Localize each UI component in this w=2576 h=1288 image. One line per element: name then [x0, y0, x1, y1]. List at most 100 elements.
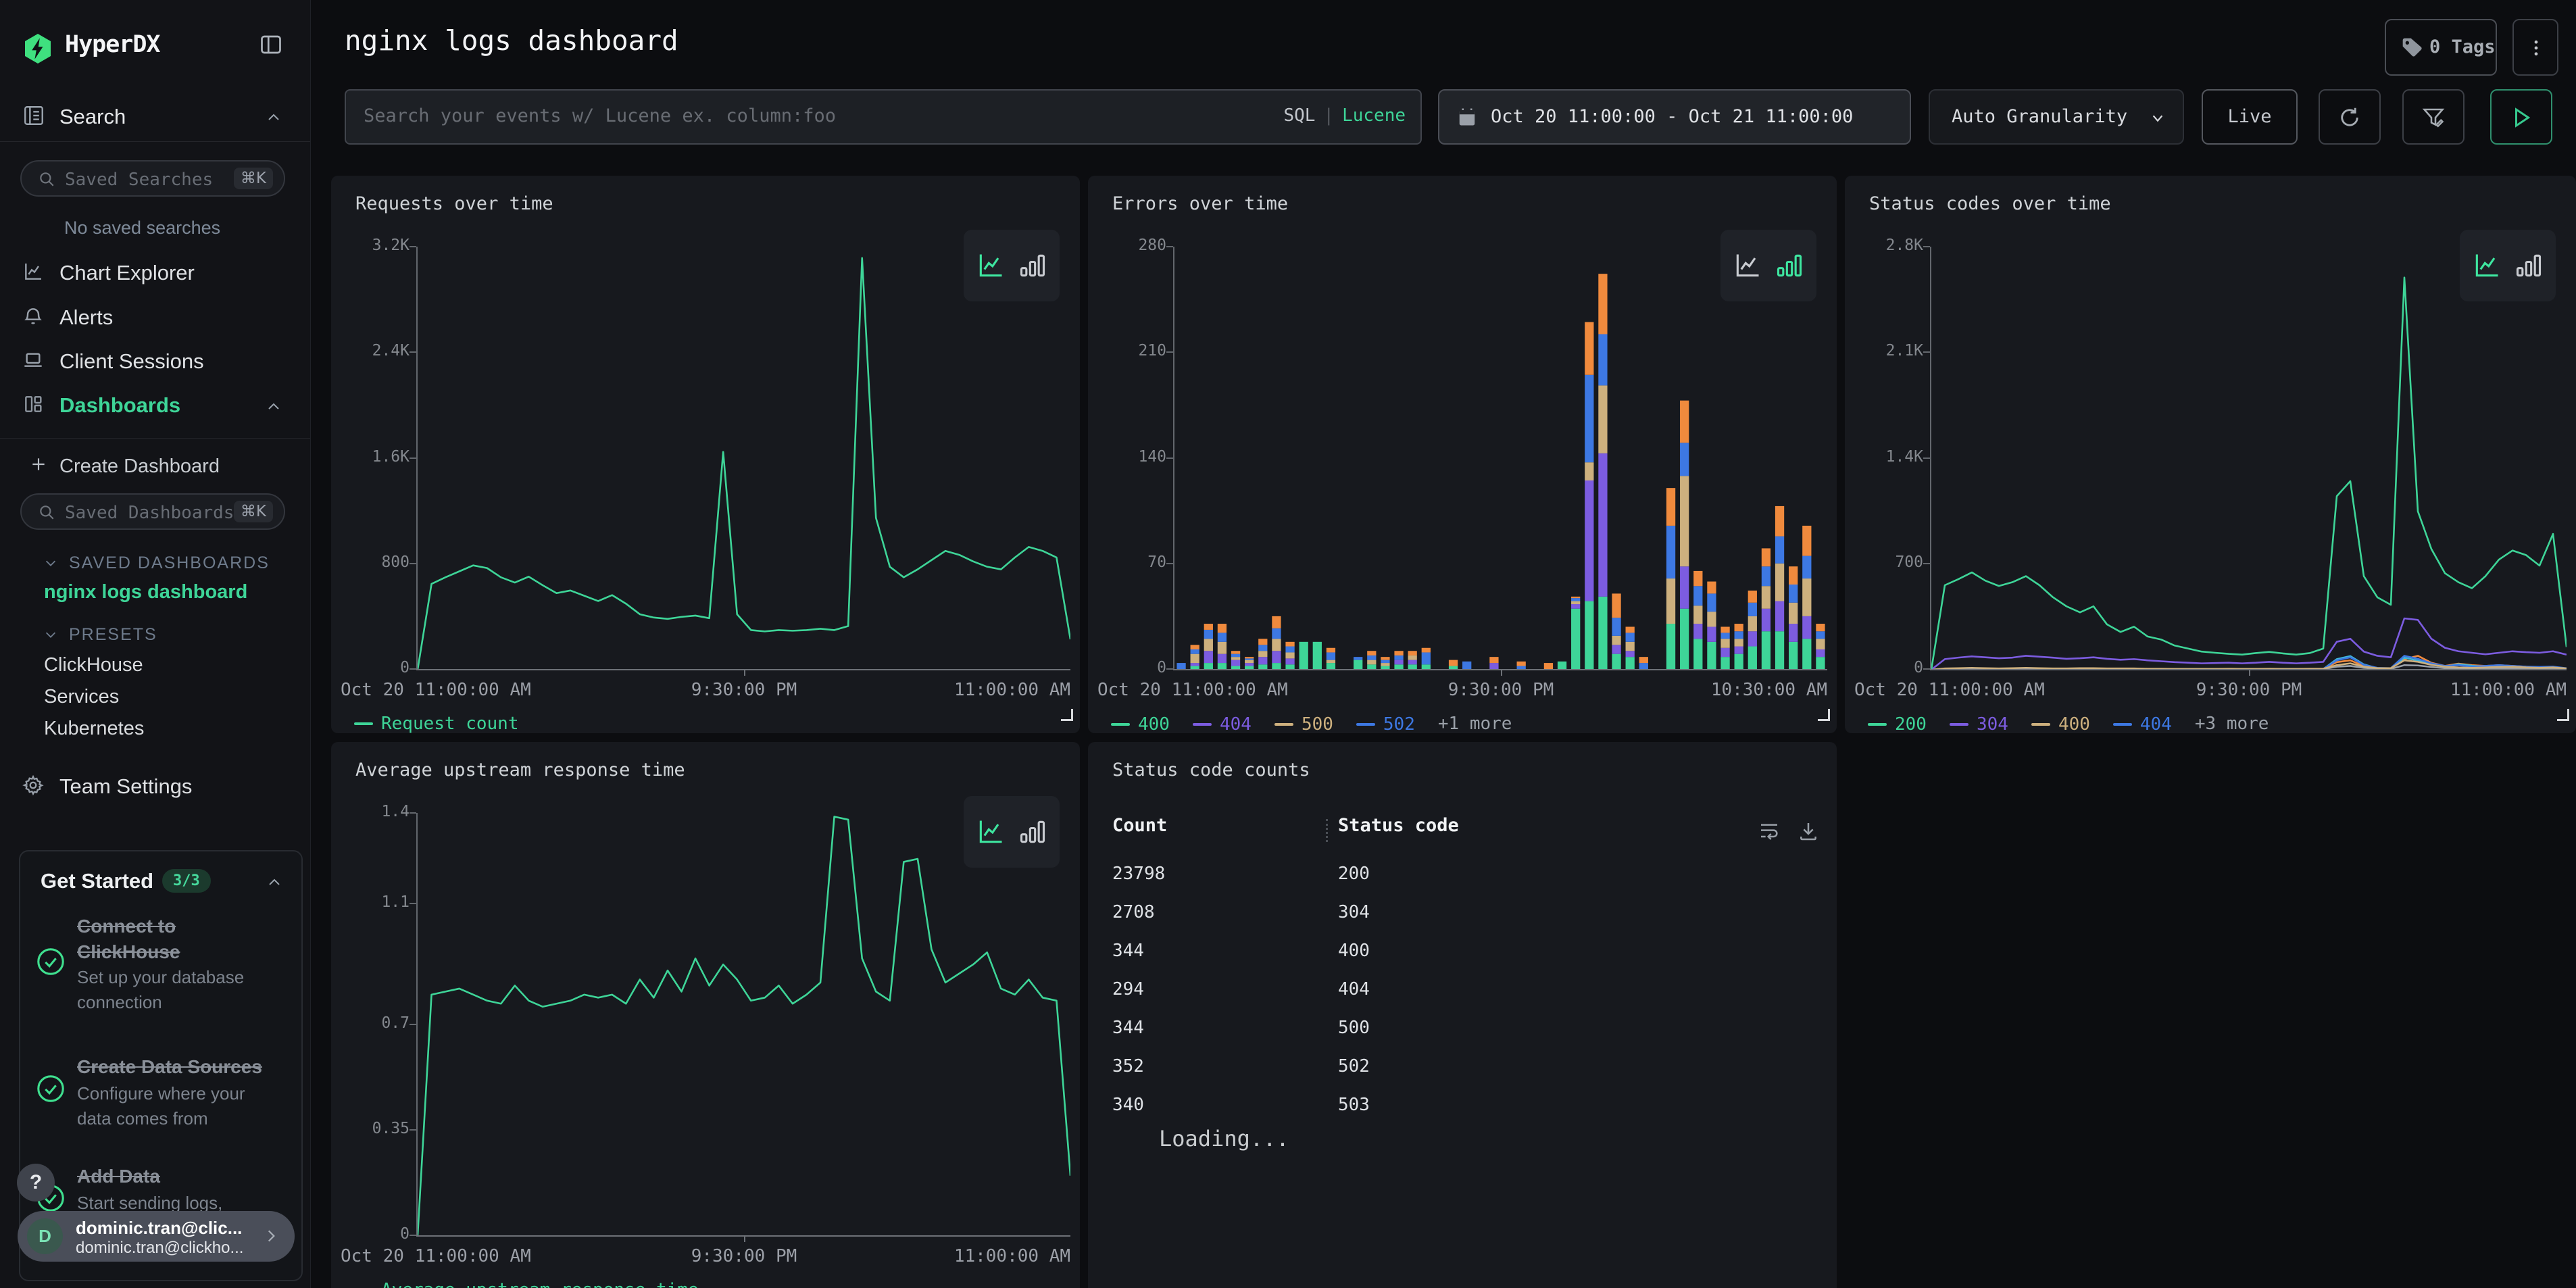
legend-item[interactable]: 502: [1356, 714, 1415, 733]
date-range-picker[interactable]: Oct 20 11:00:00 - Oct 21 11:00:00: [1438, 89, 1911, 145]
x-axis: [1930, 669, 2567, 670]
column-header-status-code[interactable]: Status code: [1338, 815, 1459, 836]
legend-item[interactable]: 404: [2113, 714, 2172, 733]
table-row[interactable]: 2708304: [1088, 893, 1837, 931]
x-axis-label: 9:30:00 PM: [2196, 680, 2302, 700]
y-tick-label: 140: [1091, 448, 1166, 466]
y-tick-mark: [1166, 668, 1173, 670]
legend-item[interactable]: 400: [1111, 714, 1170, 733]
sidebar-item-clickhouse[interactable]: ClickHouse: [44, 654, 143, 676]
x-axis: [416, 1235, 1070, 1237]
group-presets[interactable]: PRESETS: [0, 620, 310, 650]
query-language-toggle[interactable]: SQL|Lucene: [1283, 105, 1406, 126]
y-tick-label: 210: [1091, 342, 1166, 360]
legend-more-link[interactable]: +1 more: [1438, 714, 1512, 733]
x-axis-label: 11:00:00 AM: [954, 680, 1070, 700]
event-search-input[interactable]: Search your events w/ Lucene ex. column:…: [345, 89, 1422, 145]
y-tick-label: 800: [334, 553, 410, 571]
x-axis-label: 11:00:00 AM: [2450, 680, 2567, 700]
table-row[interactable]: 352502: [1088, 1047, 1837, 1085]
granularity-select[interactable]: Auto Granularity: [1929, 89, 2184, 145]
resize-handle[interactable]: [1061, 709, 1073, 721]
chevron-up-icon: [266, 109, 282, 126]
sidebar-item-label: Chart Explorer: [59, 261, 195, 285]
sidebar-item-services[interactable]: Services: [44, 686, 119, 708]
legend-item[interactable]: 200: [1868, 714, 1927, 733]
table-row[interactable]: 340503: [1088, 1085, 1837, 1124]
legend-swatch: [1950, 723, 1968, 726]
x-axis: [1173, 669, 1827, 670]
chart-card-requests-over-time: Requests over time 3.2K2.4K1.6K8000Oct 2…: [331, 176, 1080, 733]
divider: [0, 438, 310, 439]
x-axis: [416, 669, 1070, 670]
column-header-count[interactable]: Count: [1112, 815, 1167, 836]
sidebar-item-alerts[interactable]: Alerts: [0, 296, 310, 339]
legend-item[interactable]: 404: [1193, 714, 1252, 733]
kebab-icon: [2526, 38, 2546, 58]
get-started-item-title: Create Data Sources: [77, 1054, 280, 1080]
cell-count: 2708: [1112, 902, 1155, 922]
search-placeholder: Search your events w/ Lucene ex. column:…: [364, 105, 836, 126]
table-row[interactable]: 344500: [1088, 1008, 1837, 1047]
user-menu[interactable]: D dominic.tran@clic... dominic.tran@clic…: [18, 1211, 295, 1262]
y-tick-mark: [410, 1235, 416, 1236]
sidebar-item-chart-explorer[interactable]: Chart Explorer: [0, 251, 310, 295]
plot-area: [1931, 247, 2567, 669]
legend-item[interactable]: 400: [2031, 714, 2090, 733]
legend-item[interactable]: 500: [1274, 714, 1333, 733]
resize-handle[interactable]: [2557, 709, 2569, 721]
legend-more-link[interactable]: +3 more: [2195, 714, 2269, 733]
x-axis-label: Oct 20 11:00:00 AM: [341, 1246, 531, 1266]
legend-label: 404: [1220, 714, 1252, 733]
legend-item[interactable]: Average upstream response time: [354, 1280, 699, 1288]
table-row[interactable]: 23798200: [1088, 854, 1837, 893]
x-tick-mark: [744, 669, 745, 676]
sidebar-item-team-settings[interactable]: Team Settings: [0, 765, 310, 808]
get-started-item[interactable]: Create Data Sources Configure where your…: [20, 1054, 301, 1156]
refresh-button[interactable]: [2319, 89, 2381, 145]
dashboards-icon: [22, 393, 44, 415]
sidebar-item-nginx-logs-dashboard[interactable]: nginx logs dashboard: [44, 581, 247, 603]
legend-item[interactable]: 304: [1950, 714, 2008, 733]
column-resize-handle[interactable]: [1326, 819, 1328, 842]
date-range-value: Oct 20 11:00:00 - Oct 21 11:00:00: [1491, 106, 1853, 127]
run-query-button[interactable]: [2490, 89, 2552, 145]
text-wrap-icon[interactable]: [1758, 820, 1780, 842]
legend-item[interactable]: Request count: [354, 714, 519, 733]
sql-toggle[interactable]: SQL: [1283, 105, 1315, 126]
dashboard-menu-button[interactable]: [2512, 19, 2558, 76]
live-button[interactable]: Live: [2202, 89, 2298, 145]
y-tick-mark: [410, 351, 416, 353]
saved-dashboards-input[interactable]: Saved Dashboards ⌘K: [20, 493, 285, 530]
page-title: nginx logs dashboard: [345, 24, 678, 57]
y-tick-label: 700: [1848, 553, 1923, 571]
y-tick-label: 0.35: [334, 1120, 410, 1137]
y-tick-label: 0: [1848, 659, 1923, 676]
get-started-item[interactable]: Connect to ClickHouse Set up your databa…: [20, 914, 301, 1035]
table-row[interactable]: 344400: [1088, 931, 1837, 970]
get-started-item-subtitle: Configure where your data comes from: [77, 1081, 280, 1131]
chevron-up-icon[interactable]: [266, 874, 282, 891]
resize-handle[interactable]: [1818, 709, 1830, 721]
y-tick-mark: [410, 668, 416, 670]
group-saved-dashboards[interactable]: SAVED DASHBOARDS: [0, 549, 310, 578]
table-row[interactable]: 294404: [1088, 970, 1837, 1008]
sidebar-item-client-sessions[interactable]: Client Sessions: [0, 340, 310, 383]
saved-searches-input[interactable]: Saved Searches ⌘K: [20, 160, 285, 197]
legend-swatch: [1193, 723, 1212, 726]
sidebar-item-search[interactable]: Search: [0, 95, 310, 141]
shortcut-badge: ⌘K: [234, 501, 273, 522]
x-axis-label: Oct 20 11:00:00 AM: [1097, 680, 1288, 700]
sidebar-item-dashboards[interactable]: Dashboards: [0, 384, 310, 427]
sidebar-item-kubernetes[interactable]: Kubernetes: [44, 718, 144, 740]
filter-button[interactable]: [2402, 89, 2464, 145]
laptop-icon: [22, 349, 44, 371]
create-dashboard-button[interactable]: Create Dashboard: [0, 447, 310, 485]
download-icon[interactable]: [1798, 820, 1819, 842]
help-button[interactable]: ?: [17, 1164, 55, 1202]
tags-button[interactable]: 0 Tags: [2385, 19, 2497, 76]
legend-swatch: [1274, 723, 1293, 726]
sidebar-collapse-icon[interactable]: [259, 32, 283, 57]
lucene-toggle[interactable]: Lucene: [1342, 105, 1406, 126]
y-tick-mark: [410, 1024, 416, 1025]
